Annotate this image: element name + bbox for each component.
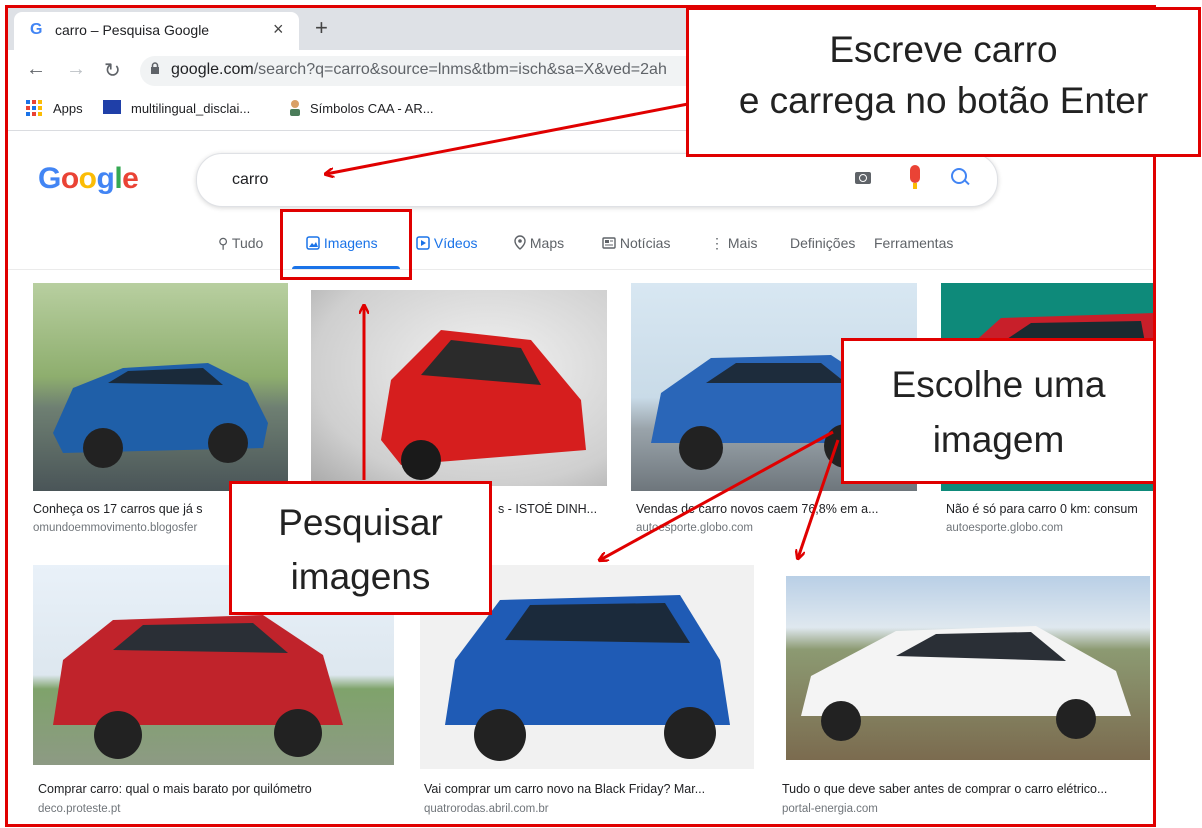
annotation-line: Escolhe uma [891,364,1106,405]
arrow-to-image-6 [600,430,834,560]
annotation-line: Pesquisar [278,502,443,543]
annotation-line: imagem [932,419,1065,460]
annotation-line: e carrega no botão Enter [738,80,1149,121]
arrow-to-image-7 [798,439,840,558]
annotation-line: imagens [290,556,431,597]
annotation-choose-image: Escolhe uma imagem [841,338,1156,484]
arrow-to-search-box [326,102,689,174]
annotation-search-images: Pesquisar imagens [229,481,492,615]
annotation-write-carro: Escreve carro e carrega no botão Enter [686,7,1201,157]
annotation-line: Escreve carro [829,29,1058,70]
